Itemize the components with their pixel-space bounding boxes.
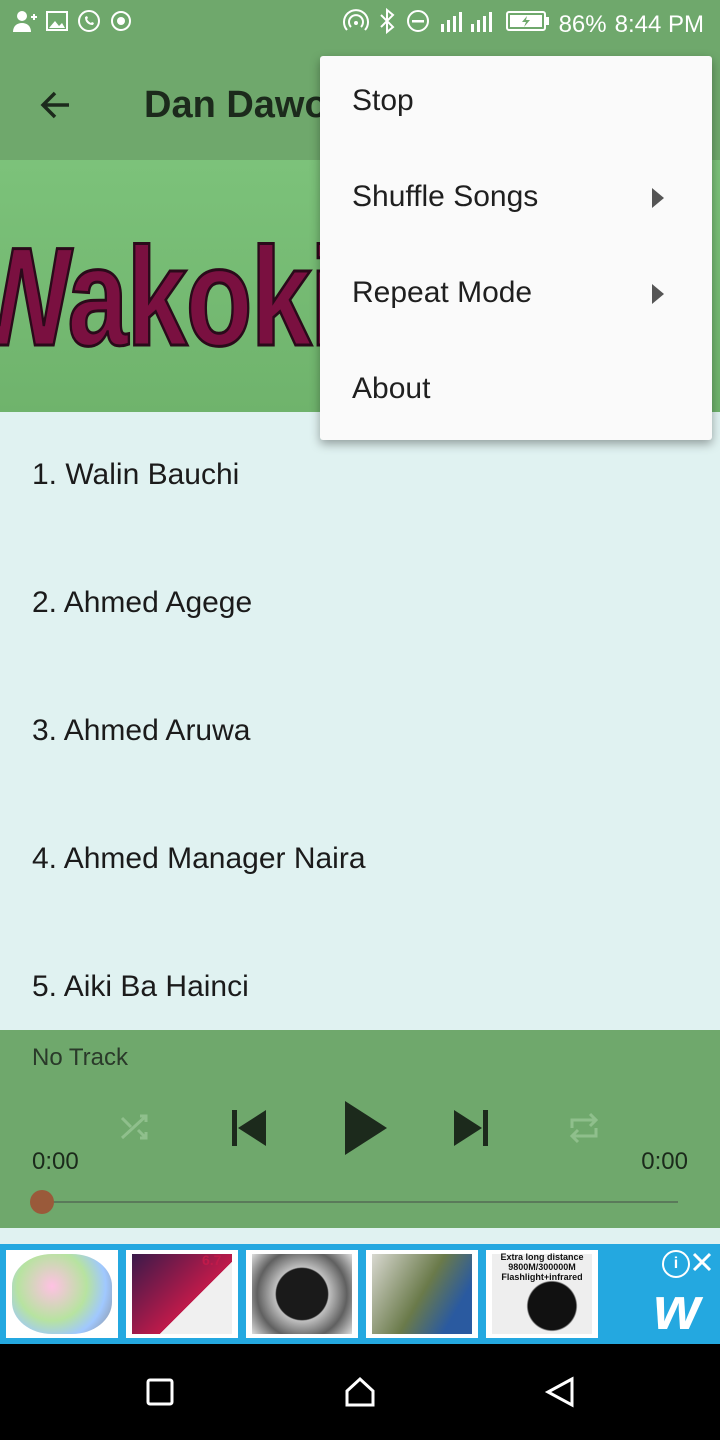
player-panel: No Track 0:00 0:00 (0, 1030, 720, 1228)
ad-info-icon[interactable]: i (662, 1250, 690, 1278)
play-icon (345, 1101, 387, 1155)
clock: 8:44 PM (614, 10, 704, 38)
menu-item-about[interactable]: About (320, 344, 712, 440)
shuffle-icon (120, 1114, 148, 1140)
do-not-disturb-icon (405, 8, 431, 41)
menu-item-label: Shuffle Songs (352, 180, 539, 213)
now-playing: No Track (32, 1044, 129, 1071)
elapsed-time: 0:00 (32, 1148, 79, 1175)
track-list: 1. Walin Bauchi 2. Ahmed Agege 3. Ahmed … (0, 412, 720, 1030)
arrow-back-icon (40, 91, 69, 119)
menu-item-label: Repeat Mode (352, 276, 533, 309)
previous-button[interactable] (222, 1100, 274, 1156)
home-icon (345, 1376, 375, 1407)
list-item[interactable]: 2. Ahmed Agege (32, 586, 252, 620)
back-button[interactable] (30, 82, 80, 128)
list-item[interactable]: 3. Ahmed Aruwa (32, 714, 250, 748)
submenu-arrow-icon (652, 284, 664, 304)
back-triangle-icon (544, 1376, 574, 1408)
seek-thumb[interactable] (30, 1190, 54, 1214)
list-item[interactable]: 1. Walin Bauchi (32, 458, 239, 492)
whatsapp-icon (76, 8, 102, 34)
shuffle-button[interactable] (112, 1104, 160, 1152)
skip-previous-icon (232, 1110, 266, 1146)
ad-banner[interactable]: 6.7 Extra long distance 9800M/300000M Fl… (0, 1244, 720, 1344)
ad-product-image[interactable]: 6.7 (126, 1250, 238, 1338)
close-icon (692, 1252, 712, 1272)
status-bar: 86% 8:44 PM (0, 0, 720, 48)
signal-icon (439, 8, 497, 41)
home-button[interactable] (336, 1368, 384, 1416)
seek-bar[interactable] (40, 1201, 678, 1203)
page-title: Dan Dawo (144, 84, 328, 126)
repeat-icon (569, 1112, 599, 1144)
menu-item-stop[interactable]: Stop (320, 56, 712, 152)
menu-item-repeat-mode[interactable]: Repeat Mode (320, 248, 712, 344)
back-nav-button[interactable] (536, 1368, 584, 1416)
list-item[interactable]: 4. Ahmed Manager Naira (32, 842, 366, 876)
menu-item-label: About (352, 372, 431, 405)
add-contact-icon (12, 8, 38, 34)
system-nav-bar (0, 1344, 720, 1440)
menu-item-label: Stop (352, 84, 414, 117)
record-icon (108, 8, 134, 34)
ad-brand-logo: w (653, 1275, 700, 1342)
ad-product-image[interactable] (366, 1250, 478, 1338)
total-time: 0:00 (641, 1148, 688, 1175)
list-item[interactable]: 5. Aiki Ba Hainci (32, 970, 249, 1004)
recents-icon (146, 1378, 174, 1406)
play-button[interactable] (334, 1096, 394, 1160)
skip-next-icon (454, 1110, 488, 1146)
overflow-menu: Stop Shuffle Songs Repeat Mode About (320, 56, 712, 440)
ad-product-image[interactable]: Extra long distance 9800M/300000M Flashl… (486, 1250, 598, 1338)
notification-icons (12, 8, 134, 34)
ad-image-text: 6.7 (202, 1252, 222, 1268)
bluetooth-icon (377, 7, 397, 41)
ad-product-image[interactable] (246, 1250, 358, 1338)
battery-icon (505, 8, 551, 41)
menu-item-shuffle-songs[interactable]: Shuffle Songs (320, 152, 712, 248)
submenu-arrow-icon (652, 188, 664, 208)
ad-image-text: Extra long distance 9800M/300000M Flashl… (500, 1252, 584, 1282)
battery-percent: 86% (558, 10, 607, 38)
ad-product-image[interactable] (6, 1250, 118, 1338)
image-icon (44, 8, 70, 34)
hotspot-icon (342, 8, 369, 41)
repeat-button[interactable] (560, 1104, 608, 1152)
ad-close-button[interactable] (688, 1248, 716, 1276)
system-indicators: 86% 8:44 PM (342, 7, 704, 41)
next-button[interactable] (446, 1100, 498, 1156)
recents-button[interactable] (136, 1368, 184, 1416)
